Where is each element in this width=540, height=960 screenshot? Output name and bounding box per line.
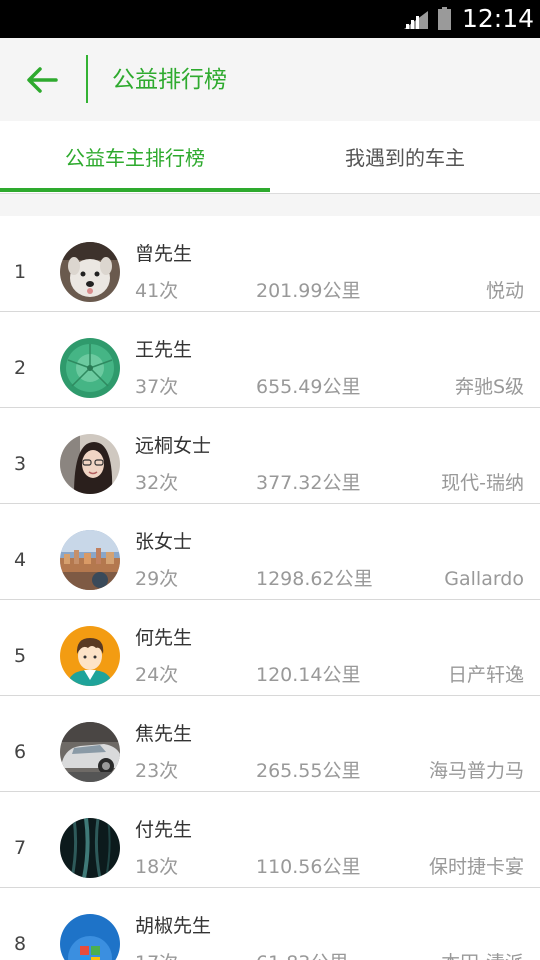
owner-name: 张女士 (135, 531, 193, 553)
status-bar: 12:14 (0, 0, 540, 38)
distance: 1298.62公里 (256, 568, 373, 590)
distance: 377.32公里 (256, 472, 361, 494)
back-button[interactable] (22, 60, 62, 100)
car-model: 奔驰S级 (454, 376, 524, 398)
list-item[interactable]: 7 付先生 18次 110.56公里 保时捷卡宴 (0, 792, 540, 888)
section-gap (0, 194, 540, 216)
car-model: 悦动 (485, 280, 524, 302)
owner-name: 曾先生 (135, 243, 193, 265)
ranking-list: 1 曾先生 41次 201.99公里 悦动 2 王先生 37次 655.49公里… (0, 216, 540, 960)
app-bar: 公益排行榜 (0, 38, 540, 121)
help-count: 37次 (135, 376, 179, 398)
avatar (60, 722, 120, 782)
avatar (60, 434, 120, 494)
page-title: 公益排行榜 (112, 67, 227, 93)
dog-avatar-icon (60, 242, 120, 302)
list-item[interactable]: 8 胡椒先生 17次 61.83公里 本田-清派 (0, 888, 540, 960)
list-item[interactable]: 1 曾先生 41次 201.99公里 悦动 (0, 216, 540, 312)
battery-icon (438, 7, 451, 30)
tab-bar: 公益车主排行榜 我遇到的车主 (0, 121, 540, 194)
owner-name: 何先生 (135, 627, 193, 649)
rank-number: 7 (14, 837, 27, 859)
list-item[interactable]: 4 张女士 29次 1298.62公里 Gallardo (0, 504, 540, 600)
list-item[interactable]: 3 远桐女士 32次 377.32公里 现代-瑞纳 (0, 408, 540, 504)
car-model: 保时捷卡宴 (428, 856, 524, 878)
distance: 120.14公里 (256, 664, 361, 686)
rank-number: 3 (14, 453, 27, 475)
rank-number: 6 (14, 741, 27, 763)
owner-name: 付先生 (135, 819, 193, 841)
help-count: 24次 (135, 664, 179, 686)
list-item[interactable]: 2 王先生 37次 655.49公里 奔驰S级 (0, 312, 540, 408)
distance: 201.99公里 (256, 280, 361, 302)
car-model: 本田-清派 (441, 949, 524, 960)
tab-met-owners[interactable]: 我遇到的车主 (270, 121, 540, 194)
car-model: 海马普力马 (428, 760, 524, 782)
help-count: 23次 (135, 760, 179, 782)
status-time: 12:14 (462, 4, 535, 33)
dark-abstract-avatar-icon (60, 818, 120, 878)
distance: 110.56公里 (256, 856, 361, 878)
app-bar-divider (86, 55, 88, 103)
signal-icon (404, 11, 428, 29)
owner-name: 焦先生 (135, 723, 193, 745)
active-tab-indicator (0, 188, 270, 192)
rank-number: 8 (14, 933, 27, 955)
help-count: 41次 (135, 280, 179, 302)
avatar (60, 626, 120, 686)
list-item[interactable]: 6 焦先生 23次 265.55公里 海马普力马 (0, 696, 540, 792)
help-count: 29次 (135, 568, 179, 590)
help-count: 17次 (135, 949, 178, 960)
car-model: Gallardo (444, 568, 524, 590)
help-count: 18次 (135, 856, 179, 878)
rank-number: 4 (14, 549, 27, 571)
avatar (60, 338, 120, 398)
car-photo-avatar-icon (60, 722, 120, 782)
rank-number: 5 (14, 645, 27, 667)
arrow-left-icon (27, 67, 58, 93)
rank-number: 1 (14, 261, 27, 283)
avatar (60, 818, 120, 878)
woman-photo-avatar-icon (60, 434, 120, 494)
car-model: 现代-瑞纳 (441, 472, 524, 494)
avatar (60, 530, 120, 590)
avatar (60, 914, 120, 960)
lotus-leaf-avatar-icon (60, 338, 120, 398)
list-item[interactable]: 5 何先生 24次 120.14公里 日产轩逸 (0, 600, 540, 696)
distance: 265.55公里 (256, 760, 361, 782)
default-man-avatar-icon (60, 626, 120, 686)
avatar (60, 242, 120, 302)
distance: 61.83公里 (256, 949, 348, 960)
help-count: 32次 (135, 472, 179, 494)
car-model: 日产轩逸 (447, 664, 524, 686)
rank-number: 2 (14, 357, 27, 379)
owner-name: 王先生 (135, 339, 193, 361)
distance: 655.49公里 (256, 376, 361, 398)
city-landscape-avatar-icon (60, 530, 120, 590)
tab-charity-ranking[interactable]: 公益车主排行榜 (0, 121, 270, 194)
owner-name: 胡椒先生 (135, 915, 212, 937)
windows-logo-avatar-icon (60, 914, 120, 960)
owner-name: 远桐女士 (135, 435, 212, 457)
